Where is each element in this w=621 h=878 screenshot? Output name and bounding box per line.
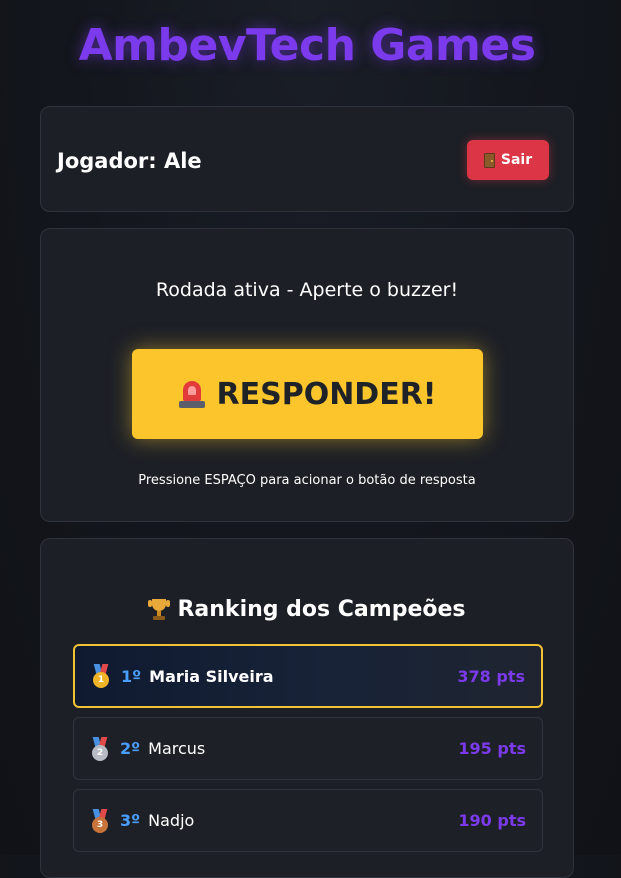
buzzer-card: Rodada ativa - Aperte o buzzer! RESPONDE… bbox=[40, 228, 574, 522]
rank-points: 378 pts bbox=[457, 666, 525, 686]
ranking-title-text: Ranking dos Campeões bbox=[177, 597, 466, 622]
ranking-card: Ranking dos Campeões 1 1º Maria Silveira… bbox=[40, 538, 574, 878]
trophy-icon bbox=[148, 598, 171, 622]
rank-player-name: Maria Silveira bbox=[149, 666, 274, 686]
keyboard-hint: Pressione ESPAÇO para acionar o botão de… bbox=[138, 473, 476, 488]
logout-label: Sair bbox=[500, 152, 533, 168]
bronze-medal-icon: 3 bbox=[90, 808, 110, 833]
rank-position: 3º bbox=[120, 811, 141, 830]
rank-points: 190 pts bbox=[458, 811, 526, 830]
rank-position: 1º bbox=[121, 666, 142, 686]
gold-medal-icon: 1 bbox=[91, 664, 111, 688]
ranking-title: Ranking dos Campeões bbox=[41, 597, 573, 622]
silver-medal-icon: 2 bbox=[90, 736, 110, 761]
responder-label: RESPONDER! bbox=[216, 376, 437, 412]
ranking-item-2: 2 2º Marcus 195 pts bbox=[73, 717, 543, 780]
rank-player-name: Nadjo bbox=[148, 811, 195, 830]
door-icon bbox=[483, 152, 495, 168]
app-title: AmbevTech Games bbox=[78, 20, 536, 71]
siren-icon bbox=[178, 379, 205, 409]
player-name: Jogador: Ale bbox=[57, 149, 202, 173]
rank-player-name: Marcus bbox=[148, 739, 206, 758]
ranking-list: 1 1º Maria Silveira 378 pts 2 2º Marcus … bbox=[73, 644, 543, 861]
rank-points: 195 pts bbox=[458, 739, 526, 758]
player-card: Jogador: Ale Sair bbox=[40, 106, 574, 212]
responder-button[interactable]: RESPONDER! bbox=[132, 349, 483, 439]
ranking-item-1: 1 1º Maria Silveira 378 pts bbox=[73, 644, 543, 708]
rank-position: 2º bbox=[120, 739, 141, 758]
logout-button[interactable]: Sair bbox=[467, 140, 549, 180]
round-status: Rodada ativa - Aperte o buzzer! bbox=[155, 279, 459, 301]
ranking-item-3: 3 3º Nadjo 190 pts bbox=[73, 789, 543, 852]
